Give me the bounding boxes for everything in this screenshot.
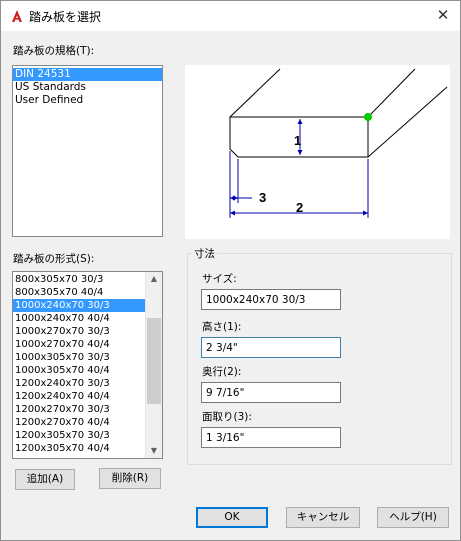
depth-label: 奥行(2):	[202, 366, 242, 378]
format-item[interactable]: 1000x270x70 40/4	[13, 338, 145, 351]
select-tread-dialog: 踏み板を選択 ✕ 踏み板の規格(T): DIN 24531 US Standard…	[0, 0, 461, 541]
format-item[interactable]: 1200x305x70 30/3	[13, 429, 145, 442]
tread-diagram: 1 2 3	[229, 68, 448, 218]
help-button[interactable]: ヘルプ(H)	[377, 507, 449, 528]
spec-item[interactable]: User Defined	[13, 94, 162, 107]
autocad-app-icon	[12, 10, 22, 22]
format-scrollbar[interactable]: ▲ ▼	[145, 272, 162, 458]
window-title: 踏み板を選択	[29, 10, 102, 24]
scroll-down-icon[interactable]: ▼	[146, 444, 162, 458]
format-label: 踏み板の形式(S):	[13, 253, 95, 265]
format-item[interactable]: 1000x270x70 30/3	[13, 325, 145, 338]
format-item[interactable]: 1000x240x70 30/3	[13, 299, 145, 312]
spec-item[interactable]: DIN 24531	[13, 68, 162, 81]
format-item[interactable]: 1200x240x70 30/3	[13, 377, 145, 390]
height-label: 高さ(1):	[202, 321, 242, 333]
chamfer-dim-label: 3	[259, 190, 266, 205]
height-field[interactable]: 2 3/4"	[201, 337, 341, 358]
dimensions-group-title: 寸法	[192, 246, 217, 261]
format-item[interactable]: 1200x305x70 40/4	[13, 442, 145, 455]
scroll-thumb[interactable]	[147, 317, 161, 404]
tread-preview: 1 2 3	[185, 65, 450, 239]
spec-listbox[interactable]: DIN 24531 US Standards User Defined	[12, 65, 163, 237]
depth-dim-label: 2	[296, 200, 303, 215]
spec-item[interactable]: US Standards	[13, 81, 162, 94]
tread-outline	[229, 68, 448, 158]
title-bar: 踏み板を選択 ✕	[1, 1, 460, 31]
format-listbox[interactable]: 800x305x70 30/3 800x305x70 40/4 1000x240x7…	[12, 271, 163, 459]
cancel-button[interactable]: キャンセル	[286, 507, 360, 528]
scroll-up-icon[interactable]: ▲	[146, 272, 162, 286]
chamfer-label: 面取り(3):	[202, 411, 252, 423]
format-item[interactable]: 1000x240x70 40/4	[13, 312, 145, 325]
spec-label: 踏み板の規格(T):	[13, 45, 95, 57]
close-button[interactable]: ✕	[426, 1, 460, 30]
format-item[interactable]: 1200x270x70 40/4	[13, 416, 145, 429]
format-item[interactable]: 800x305x70 30/3	[13, 273, 145, 286]
format-item[interactable]: 800x305x70 40/4	[13, 286, 145, 299]
size-label: サイズ:	[202, 273, 237, 285]
base-point-marker	[364, 113, 372, 121]
chamfer-field[interactable]: 1 3/16"	[201, 427, 341, 448]
delete-button[interactable]: 削除(R)	[99, 468, 161, 489]
add-button[interactable]: 追加(A)	[15, 469, 75, 490]
format-item[interactable]: 1200x240x70 40/4	[13, 390, 145, 403]
format-item[interactable]: 1000x305x70 30/3	[13, 351, 145, 364]
height-dim-label: 1	[294, 133, 301, 148]
format-item[interactable]: 1000x305x70 40/4	[13, 364, 145, 377]
ok-button[interactable]: OK	[196, 507, 268, 528]
size-field[interactable]: 1000x240x70 30/3	[201, 289, 341, 310]
depth-field[interactable]: 9 7/16"	[201, 382, 341, 403]
format-item[interactable]: 1200x270x70 30/3	[13, 403, 145, 416]
